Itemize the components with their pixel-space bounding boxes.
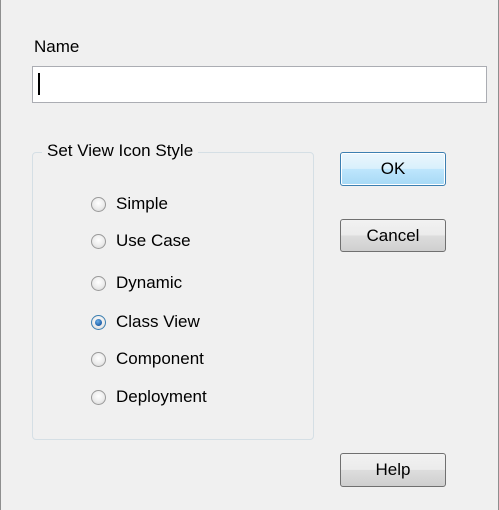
- radio-label-class-view: Class View: [116, 312, 200, 331]
- name-input[interactable]: [32, 66, 487, 103]
- radio-label-component: Component: [116, 349, 204, 368]
- radio-button-icon: [91, 196, 106, 212]
- text-caret: [38, 73, 40, 95]
- view-properties-dialog: Name Set View Icon Style Simple Use Case…: [0, 0, 499, 510]
- radio-button-icon: [91, 351, 106, 367]
- radio-button-icon: [91, 233, 106, 249]
- help-button[interactable]: Help: [340, 453, 446, 487]
- cancel-button[interactable]: Cancel: [340, 219, 446, 252]
- radio-button-icon: [91, 314, 106, 330]
- radio-button-icon: [91, 389, 106, 405]
- radio-label-simple: Simple: [116, 194, 168, 213]
- ok-button[interactable]: OK: [340, 152, 446, 186]
- radio-label-dynamic: Dynamic: [116, 273, 183, 292]
- radio-deployment[interactable]: Deployment: [91, 386, 207, 408]
- radio-dynamic[interactable]: Dynamic: [91, 272, 182, 294]
- radio-button-icon: [91, 275, 106, 291]
- radio-label-deployment: Deployment: [116, 387, 207, 406]
- radio-component[interactable]: Component: [91, 348, 204, 370]
- radio-use-case[interactable]: Use Case: [91, 230, 191, 252]
- radio-label-use-case: Use Case: [116, 231, 191, 250]
- radio-simple[interactable]: Simple: [91, 193, 168, 215]
- name-label: Name: [34, 37, 80, 56]
- radio-class-view[interactable]: Class View: [91, 311, 200, 333]
- icon-style-group-title: Set View Icon Style: [42, 141, 199, 161]
